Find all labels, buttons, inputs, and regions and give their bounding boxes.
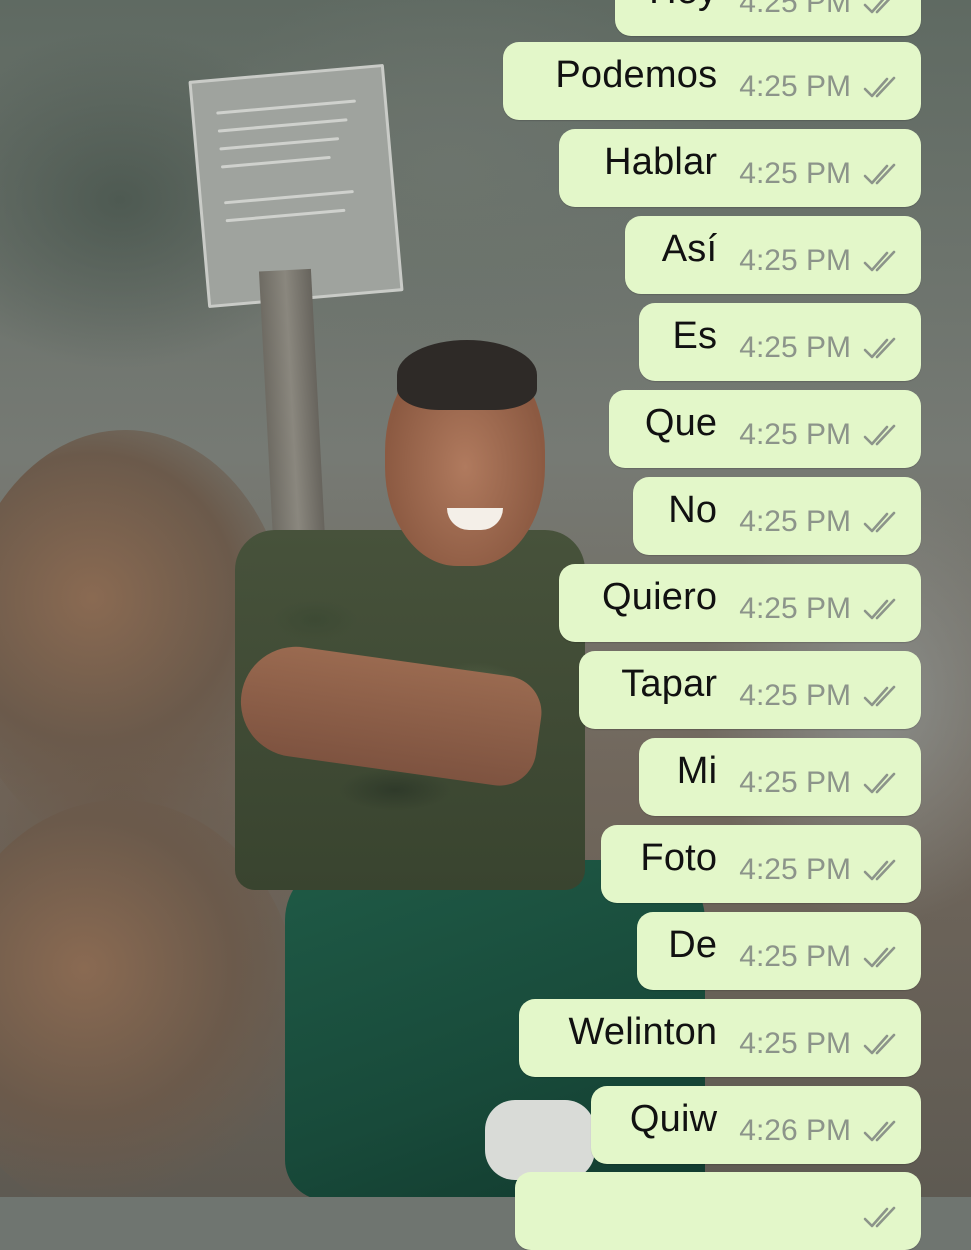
message-text: Hablar: [604, 140, 718, 183]
double-check-icon: [863, 0, 901, 15]
message-bubble[interactable]: Mi 4:25 PM: [639, 738, 921, 816]
message-meta: 4:25 PM: [739, 679, 901, 713]
message-timestamp: 4:25 PM: [739, 331, 851, 364]
double-check-icon: [863, 684, 901, 708]
message-meta: 4:25 PM: [739, 244, 901, 278]
message-timestamp: 4:25 PM: [739, 0, 851, 19]
message-bubble[interactable]: Es 4:25 PM: [639, 303, 921, 381]
message-text: Mi: [676, 749, 718, 792]
double-check-icon: [863, 597, 901, 621]
message-bubble[interactable]: Hablar 4:25 PM: [559, 129, 921, 207]
message-bubble[interactable]: Foto 4:25 PM: [601, 825, 921, 903]
message-timestamp: 4:25 PM: [739, 940, 851, 973]
message-text: Welinton: [568, 1010, 718, 1053]
message-meta: 4:25 PM: [739, 70, 901, 104]
message-meta: 4:25 PM: [739, 766, 901, 800]
message-bubble[interactable]: [515, 1172, 921, 1250]
double-check-icon: [863, 423, 901, 447]
double-check-icon: [863, 75, 901, 99]
message-timestamp: 4:25 PM: [739, 418, 851, 451]
message-timestamp: 4:25 PM: [739, 853, 851, 886]
message-text: Quiw: [629, 1097, 718, 1140]
double-check-icon: [863, 249, 901, 273]
message-meta: 4:25 PM: [739, 1027, 901, 1061]
message-meta: 4:25 PM: [739, 505, 901, 539]
message-timestamp: 4:25 PM: [739, 70, 851, 103]
double-check-icon: [863, 858, 901, 882]
message-timestamp: 4:25 PM: [739, 1027, 851, 1060]
message-text: Quiero: [602, 575, 718, 618]
double-check-icon: [863, 336, 901, 360]
message-timestamp: 4:25 PM: [739, 244, 851, 277]
message-meta: 4:25 PM: [739, 0, 901, 20]
message-bubble[interactable]: Podemos 4:25 PM: [503, 42, 921, 120]
sign-text-line: [219, 137, 340, 151]
message-bubble[interactable]: Tapar 4:25 PM: [579, 651, 921, 729]
double-check-icon: [863, 162, 901, 186]
message-text: Foto: [640, 836, 718, 879]
message-bubble[interactable]: Que 4:25 PM: [609, 390, 921, 468]
sign-text-line: [220, 155, 331, 169]
message-list[interactable]: Hey4:25 PMPodemos4:25 PMHablar4:25 PMAsí…: [461, 0, 921, 1250]
message-timestamp: 4:25 PM: [739, 592, 851, 625]
double-check-icon: [863, 1119, 901, 1143]
message-text: Así: [661, 227, 718, 270]
double-check-icon: [863, 510, 901, 534]
message-meta: 4:25 PM: [739, 157, 901, 191]
message-bubble[interactable]: No 4:25 PM: [633, 477, 921, 555]
message-bubble[interactable]: Quiw 4:26 PM: [591, 1086, 921, 1164]
message-timestamp: 4:26 PM: [739, 1114, 851, 1147]
message-meta: [851, 1205, 901, 1229]
message-bubble[interactable]: Así 4:25 PM: [625, 216, 921, 294]
sign-text-line: [217, 118, 348, 133]
message-meta: 4:25 PM: [739, 853, 901, 887]
message-meta: 4:25 PM: [739, 592, 901, 626]
message-timestamp: 4:25 PM: [739, 766, 851, 799]
message-meta: 4:26 PM: [739, 1114, 901, 1148]
message-text: Que: [644, 401, 718, 444]
double-check-icon: [863, 771, 901, 795]
message-text: Tapar: [621, 662, 718, 705]
message-bubble[interactable]: Hey 4:25 PM: [615, 0, 921, 36]
message-timestamp: 4:25 PM: [739, 157, 851, 190]
message-text: Hey: [649, 0, 717, 13]
message-bubble[interactable]: Welinton 4:25 PM: [519, 999, 921, 1077]
double-check-icon: [863, 1032, 901, 1056]
message-text: De: [668, 923, 718, 966]
double-check-icon: [863, 945, 901, 969]
message-meta: 4:25 PM: [739, 940, 901, 974]
sign-text-line: [225, 208, 346, 223]
message-bubble[interactable]: De 4:25 PM: [637, 912, 921, 990]
double-check-icon: [863, 1205, 901, 1229]
sign-text-line: [224, 189, 354, 205]
message-text: Es: [672, 314, 718, 357]
message-timestamp: 4:25 PM: [739, 679, 851, 712]
message-text: Podemos: [555, 53, 718, 96]
message-meta: 4:25 PM: [739, 331, 901, 365]
message-bubble[interactable]: Quiero 4:25 PM: [559, 564, 921, 642]
sign-text-line: [216, 99, 356, 115]
message-meta: 4:25 PM: [739, 418, 901, 452]
message-timestamp: 4:25 PM: [739, 505, 851, 538]
message-text: No: [668, 488, 718, 531]
